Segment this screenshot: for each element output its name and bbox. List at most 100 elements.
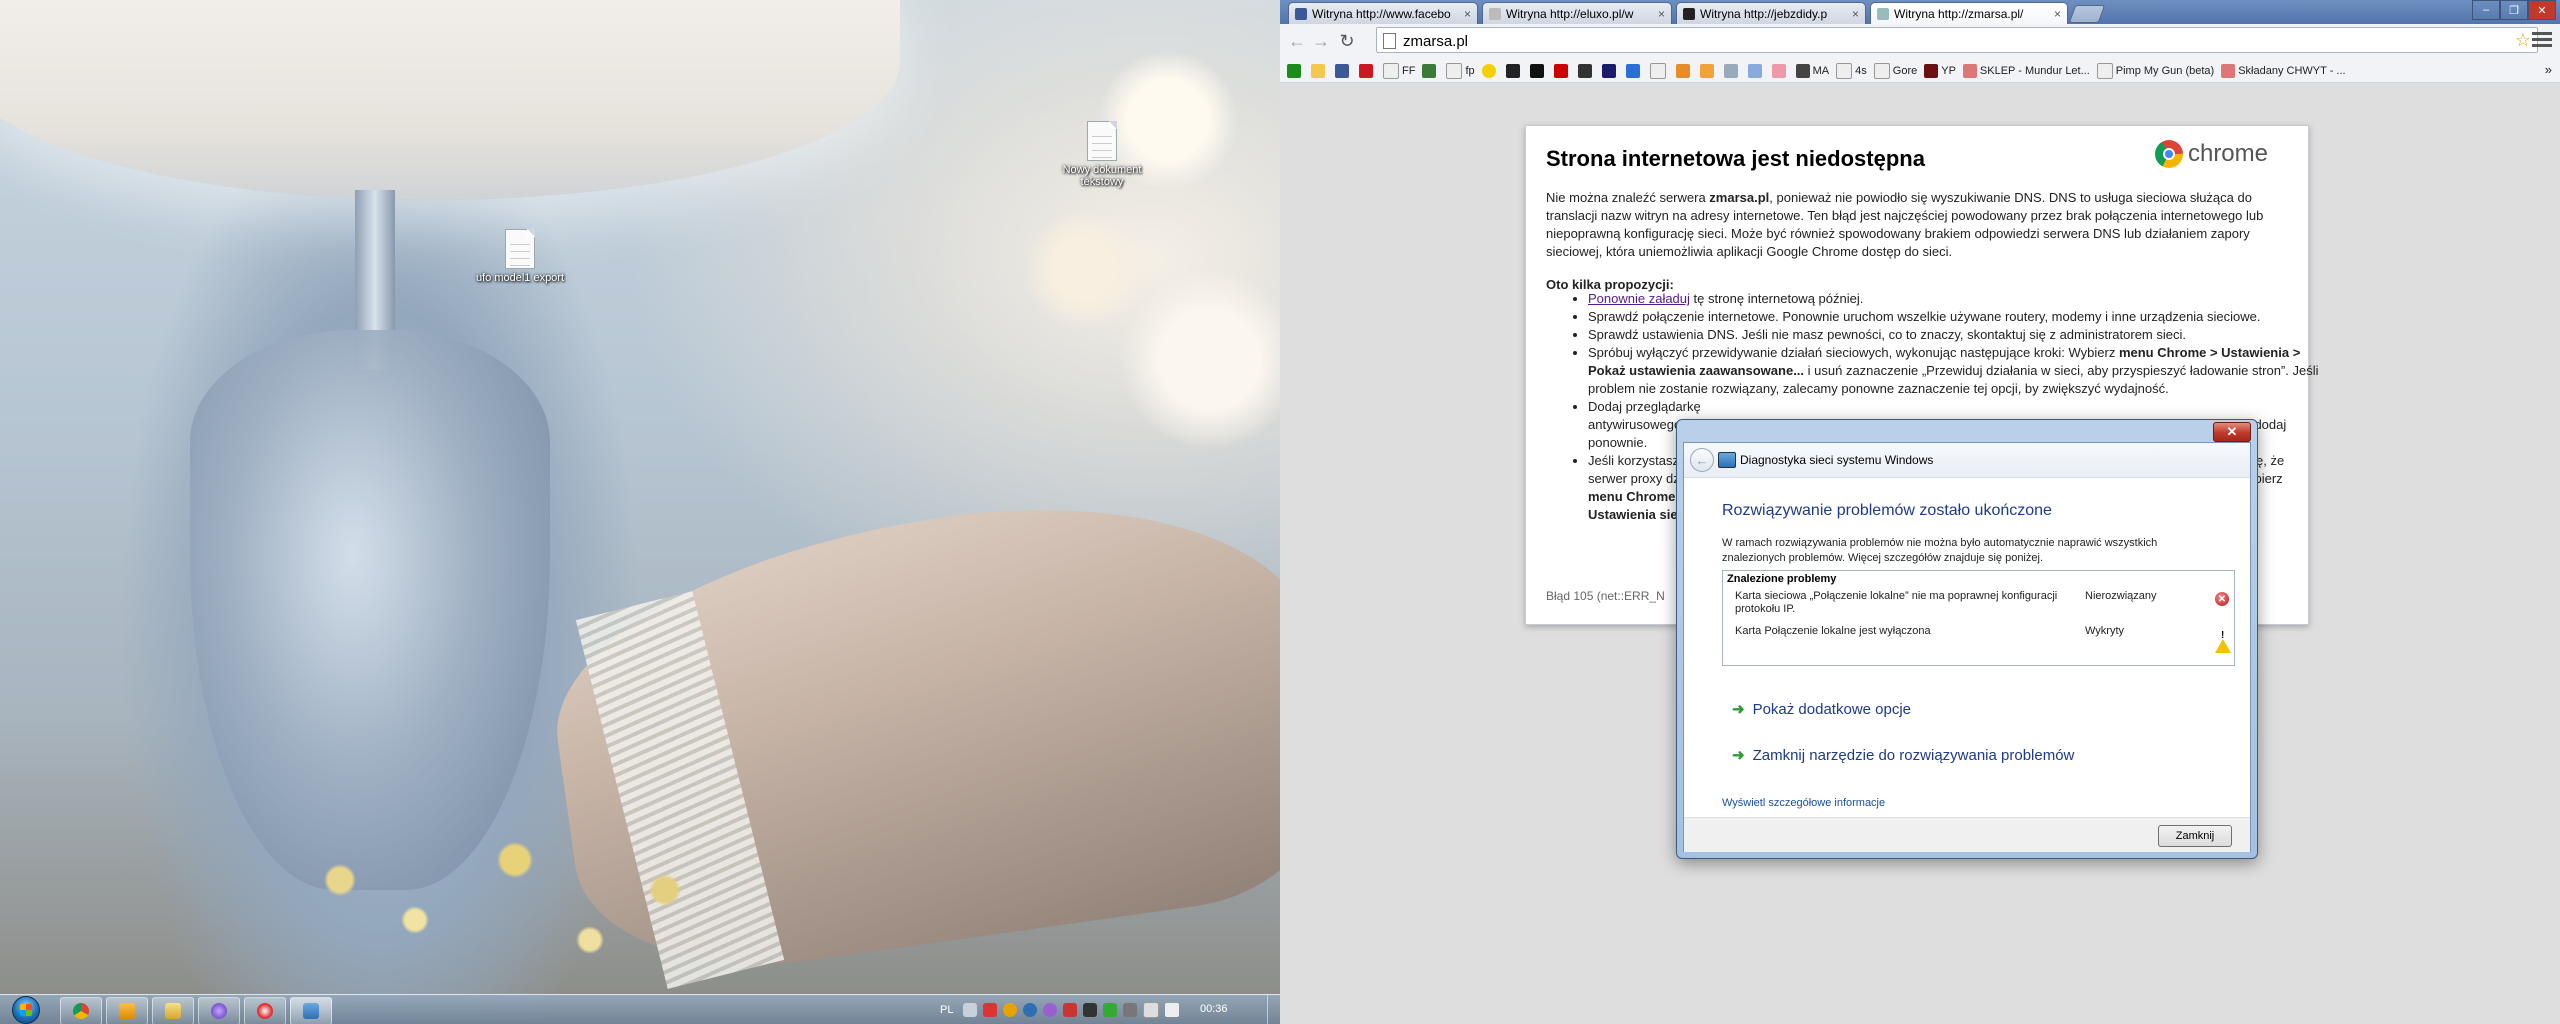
bookmark-item[interactable]: [1335, 64, 1352, 78]
show-more-options-link[interactable]: ➜ Pokaż dodatkowe opcje: [1732, 700, 1911, 719]
tab-title: Witryna http://jebzdidy.p: [1700, 6, 1828, 21]
dialog-close-icon[interactable]: ✕: [2213, 422, 2251, 442]
bookmark-item[interactable]: Gore: [1873, 63, 1917, 79]
back-arrow-icon[interactable]: ←: [1690, 448, 1714, 472]
problem-status: Nierozwiązany: [2085, 590, 2157, 602]
bookmark-item[interactable]: [1422, 64, 1439, 78]
taskbar-network-diagnostics-button[interactable]: [290, 997, 332, 1024]
text-document-icon: [505, 229, 535, 269]
bookmark-item[interactable]: SKLEP - Mundur Let...: [1962, 64, 2090, 78]
list-item: Spróbuj wyłączyć przewidywanie działań s…: [1588, 344, 2328, 398]
show-desktop-button[interactable]: [1267, 995, 1280, 1024]
bookmark-star-icon[interactable]: ☆: [2515, 30, 2531, 51]
bookmark-item[interactable]: [1287, 64, 1304, 78]
volume-icon[interactable]: [1165, 1003, 1180, 1017]
bookmark-item[interactable]: [1529, 64, 1547, 78]
tab-jebzdidy[interactable]: Witryna http://jebzdidy.p ×: [1676, 2, 1866, 24]
bookmark-icon: [1771, 64, 1786, 78]
close-tab-icon[interactable]: ×: [1464, 7, 1471, 21]
bookmark-item[interactable]: [1649, 63, 1669, 79]
bookmark-item[interactable]: Pimp My Gun (beta): [2096, 63, 2214, 79]
new-tab-button[interactable]: [2068, 5, 2106, 23]
bookmark-item[interactable]: [1553, 64, 1571, 78]
view-details-link[interactable]: Wyświetl szczegółowe informacje: [1722, 797, 1885, 809]
tab-facebook[interactable]: Witryna http://www.facebo ×: [1288, 2, 1478, 24]
desktop-icon-label: ufo model1 export: [475, 272, 565, 284]
restore-icon[interactable]: ❐: [2500, 0, 2528, 20]
bookmark-item[interactable]: 4s: [1836, 63, 1867, 79]
bookmark-item[interactable]: [1723, 64, 1741, 78]
tray-icon-5[interactable]: [1043, 1003, 1058, 1017]
bookmark-item[interactable]: MA: [1795, 64, 1829, 78]
warning-icon: [2215, 627, 2231, 653]
reload-icon[interactable]: ↻: [1336, 30, 1358, 52]
tray-bug-icon[interactable]: [983, 1003, 998, 1017]
bookmark-item[interactable]: fp: [1446, 63, 1475, 79]
tray-icon-1[interactable]: [963, 1003, 978, 1017]
tray-icon-6[interactable]: [1063, 1003, 1078, 1017]
problems-found-box: Znalezione problemy Karta sieciowa „Połą…: [1722, 570, 2235, 666]
back-icon[interactable]: ←: [1286, 30, 1308, 52]
bookmark-item[interactable]: FF: [1383, 63, 1415, 79]
tray-icon-3[interactable]: [1003, 1003, 1018, 1017]
chrome-menu-icon[interactable]: [2532, 28, 2552, 50]
tab-title: Witryna http://zmarsa.pl/: [1894, 6, 2024, 21]
taskbar-chrome-button[interactable]: [60, 997, 102, 1024]
bookmark-item[interactable]: [1601, 64, 1619, 78]
bookmark-item[interactable]: [1747, 64, 1765, 78]
bookmark-item[interactable]: [1577, 64, 1595, 78]
close-button[interactable]: Zamknij: [2158, 825, 2232, 847]
bookmark-item[interactable]: [1481, 64, 1499, 78]
address-bar[interactable]: ☆: [1376, 27, 2538, 54]
taskbar-media-button[interactable]: [106, 997, 148, 1024]
tray-network-icon[interactable]: [1143, 1002, 1160, 1018]
desktop-icon-new-text-document[interactable]: Nowy dokument tekstowy: [1057, 121, 1147, 188]
tab-eluxo[interactable]: Witryna http://eluxo.pl/w ×: [1482, 2, 1672, 24]
page-title: Strona internetowa jest niedostępna: [1546, 146, 1925, 171]
bookmark-item[interactable]: [1675, 64, 1693, 78]
problem-status: Wykryty: [2085, 625, 2125, 637]
bookmarks-bar: FF fp MA 4s Gore YP SKLEP - Mundur Let..…: [1280, 60, 2560, 83]
problem-text: Karta Połączenie lokalne jest wyłączona: [1735, 625, 1931, 637]
text-document-icon: [1087, 121, 1117, 161]
page-favicon-icon: [1683, 7, 1695, 20]
close-tab-icon[interactable]: ×: [1852, 7, 1859, 21]
dialog-description: W ramach rozwiązywania problemów nie moż…: [1722, 537, 2158, 564]
close-troubleshooter-link[interactable]: ➜ Zamknij narzędzie do rozwiązywania pro…: [1732, 746, 2074, 765]
close-window-icon[interactable]: ✕: [2528, 0, 2556, 20]
taskbar-app2-button[interactable]: [244, 997, 286, 1024]
language-indicator[interactable]: PL: [940, 1004, 953, 1016]
clock[interactable]: 00:36: [1200, 1003, 1228, 1015]
bookmarks-overflow-button[interactable]: »: [2545, 62, 2552, 77]
bookmark-item[interactable]: [1311, 64, 1328, 78]
bookmark-item[interactable]: [1771, 64, 1789, 78]
tray-icon-9[interactable]: [1123, 1003, 1138, 1017]
dialog-body: ← Diagnostyka sieci systemu Windows Rozw…: [1683, 442, 2251, 852]
tray-icon-8[interactable]: [1103, 1003, 1118, 1017]
list-item: Sprawdź ustawienia DNS. Jeśli nie masz p…: [1588, 326, 2328, 344]
bookmark-item[interactable]: Składany CHWYT - ...: [2221, 64, 2346, 78]
taskbar-explorer-button[interactable]: [152, 997, 194, 1024]
tab-zmarsa[interactable]: Witryna http://zmarsa.pl/ ×: [1870, 2, 2068, 24]
taskbar-app-button[interactable]: [198, 997, 240, 1024]
bookmark-item[interactable]: [1625, 64, 1643, 78]
tray-icon-7[interactable]: [1083, 1003, 1098, 1017]
bookmark-item[interactable]: [1359, 64, 1376, 78]
taskbar: PL 00:36: [0, 994, 1280, 1024]
bookmark-item[interactable]: [1505, 64, 1523, 78]
close-tab-icon[interactable]: ×: [2054, 7, 2061, 21]
forward-icon[interactable]: →: [1310, 30, 1332, 52]
url-input[interactable]: [1401, 28, 2405, 54]
bookmark-item[interactable]: YP: [1924, 64, 1956, 78]
page-icon: [1383, 33, 1396, 49]
bookmark-m-icon: [1505, 64, 1520, 78]
tray-icon-4[interactable]: [1023, 1003, 1038, 1017]
home-icon: [1962, 64, 1977, 78]
start-button[interactable]: [4, 996, 48, 1024]
minimize-icon[interactable]: –: [2472, 0, 2500, 20]
close-tab-icon[interactable]: ×: [1658, 7, 1665, 21]
reload-link[interactable]: Ponownie załaduj: [1588, 291, 1690, 306]
bookmark-item[interactable]: [1699, 64, 1717, 78]
bookmark-icon: [1422, 64, 1437, 78]
desktop-icon-ufo-export[interactable]: ufo model1 export: [475, 229, 565, 284]
